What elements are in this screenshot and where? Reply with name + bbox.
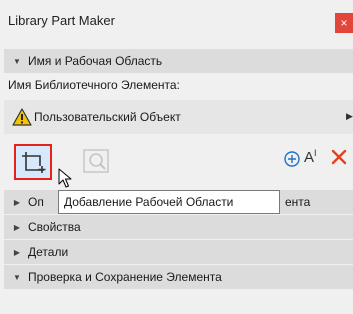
warning-icon (12, 108, 32, 126)
section-check-save[interactable]: ▼ Проверка и Сохранение Элемента (4, 265, 353, 289)
plus-circle-icon[interactable] (283, 150, 301, 168)
chevron-right-icon: ▶ (346, 111, 353, 121)
part-name-label: Имя Библиотечного Элемента: (8, 78, 180, 92)
section-label-tail: ента (285, 195, 311, 209)
text-tool-sup: I (314, 148, 317, 158)
section-properties[interactable]: ▶ Свойства (4, 215, 353, 239)
text-tool-label: A (304, 149, 315, 166)
section-label: Детали (28, 245, 69, 259)
window-title: Library Part Maker (8, 13, 115, 28)
section-details[interactable]: ▶ Детали (4, 240, 353, 264)
part-name-value: Пользовательский Объект (34, 110, 181, 124)
section-label: Проверка и Сохранение Элемента (28, 270, 222, 284)
zoom-to-workspace-button[interactable] (80, 146, 114, 178)
chevron-right-icon: ▶ (13, 222, 21, 232)
section-label: Оп (28, 195, 44, 209)
chevron-down-icon: ▼ (13, 56, 21, 66)
tooltip-text: Добавление Рабочей Области (64, 195, 234, 209)
section-label: Свойства (28, 220, 81, 234)
tooltip: Добавление Рабочей Области (58, 190, 280, 214)
close-button[interactable]: × (335, 13, 353, 33)
close-icon: × (340, 16, 348, 30)
part-name-dropdown[interactable]: Пользовательский Объект ▶ (4, 100, 353, 134)
chevron-right-icon: ▶ (13, 247, 21, 257)
chevron-down-icon: ▼ (13, 272, 21, 282)
chevron-right-icon: ▶ (13, 197, 21, 207)
delete-icon[interactable] (330, 148, 348, 166)
add-workspace-icon (22, 152, 46, 173)
add-workspace-button[interactable] (14, 144, 52, 180)
section-name-workspace[interactable]: ▼ Имя и Рабочая Область (4, 49, 353, 73)
zoom-icon (83, 149, 109, 173)
section-label: Имя и Рабочая Область (28, 54, 163, 68)
text-icon[interactable]: AI (304, 148, 317, 166)
mouse-cursor-icon (58, 168, 72, 188)
toolbar: AI (0, 138, 353, 184)
title-bar: Library Part Maker × (0, 0, 353, 42)
